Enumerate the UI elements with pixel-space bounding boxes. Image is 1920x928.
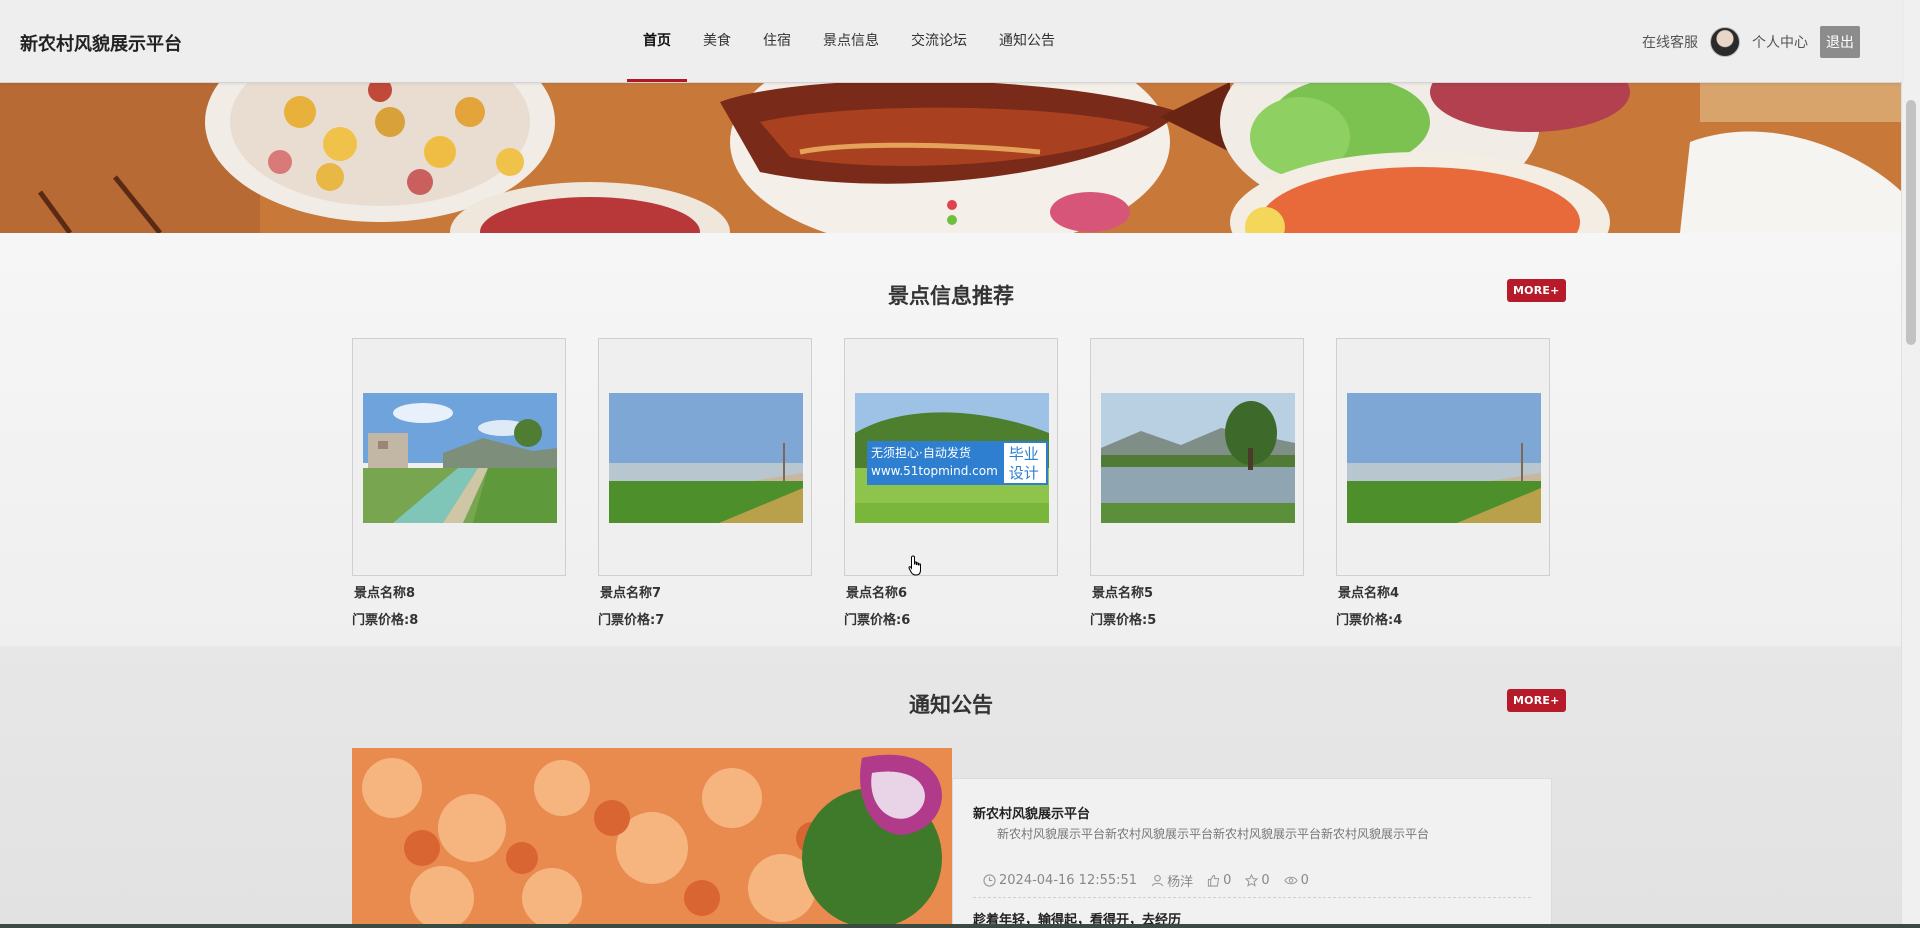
scenic-section-title: 景点信息推荐 xyxy=(888,284,1014,308)
scenic-image-green-field[interactable] xyxy=(609,393,803,523)
page-scrollbar[interactable] xyxy=(1901,0,1920,928)
notice-item-summary: 新农村风貌展示平台新农村风貌展示平台新农村风貌展示平台新农村风貌展示平台 xyxy=(997,827,1430,841)
notice-likes-count: 0 xyxy=(1223,873,1232,888)
scenic-card[interactable]: 景点名称4 门票价格:4 xyxy=(1336,338,1550,628)
nav-lodging[interactable]: 住宿 xyxy=(747,0,807,82)
banner-carousel[interactable] xyxy=(0,82,1902,233)
notice-item-meta: 2024-04-16 12:55:51 杨洋 0 0 0 xyxy=(983,871,1323,890)
clock-icon xyxy=(983,874,996,887)
scenic-card-price: 门票价格:7 xyxy=(598,613,665,628)
scenic-card-name: 景点名称5 xyxy=(1092,586,1154,601)
scenic-more-button[interactable]: MORE+ xyxy=(1507,279,1566,302)
eye-icon xyxy=(1283,876,1298,885)
notice-author: 杨洋 xyxy=(1151,871,1193,890)
watermark-slogan: 无须担心·自动发货 xyxy=(871,446,971,460)
notice-divider xyxy=(973,897,1531,898)
notice-list: 新农村风貌展示平台 新农村风貌展示平台新农村风貌展示平台新农村风貌展示平台新农村… xyxy=(952,778,1552,928)
scenic-card-name: 景点名称4 xyxy=(1338,586,1400,601)
carousel-dot-1[interactable] xyxy=(947,200,957,210)
star-icon xyxy=(1245,874,1259,887)
scenic-image-pond-tree[interactable] xyxy=(1101,393,1295,523)
scenic-card[interactable]: 景点名称8 门票价格:8 xyxy=(352,338,566,628)
scenic-image-hill-meadow[interactable]: 无须担心·自动发货 www.51topmind.com 毕业设计 xyxy=(855,393,1049,523)
carousel-dot-2[interactable] xyxy=(947,215,957,225)
notice-favorites-count: 0 xyxy=(1261,873,1270,888)
scenic-image-canal-village[interactable] xyxy=(363,393,557,523)
online-service-link[interactable]: 在线客服 xyxy=(1642,32,1698,52)
notice-favorites[interactable]: 0 xyxy=(1245,873,1270,888)
watermark-badge: 无须担心·自动发货 www.51topmind.com 毕业设计 xyxy=(867,441,1048,485)
notice-item-title[interactable]: 新农村风貌展示平台 xyxy=(973,803,1090,822)
logout-button[interactable]: 退出 xyxy=(1820,26,1860,58)
scenic-card-name: 景点名称7 xyxy=(600,586,662,601)
watermark-url: www.51topmind.com xyxy=(871,464,998,478)
notice-section-title: 通知公告 xyxy=(909,693,993,717)
notice-views-count: 0 xyxy=(1300,873,1309,888)
scenic-image-green-field[interactable] xyxy=(1347,393,1541,523)
scenic-card[interactable]: 景点名称7 门票价格:7 xyxy=(598,338,812,628)
notice-time: 2024-04-16 12:55:51 xyxy=(983,873,1137,888)
header-actions: 在线客服 个人中心 退出 xyxy=(1642,26,1860,58)
scenic-card-name: 景点名称6 xyxy=(846,586,908,601)
notice-likes[interactable]: 0 xyxy=(1207,873,1231,888)
user-icon xyxy=(1151,874,1164,887)
nav-home[interactable]: 首页 xyxy=(627,0,687,82)
scenic-card-frame[interactable] xyxy=(352,338,566,576)
notice-time-text: 2024-04-16 12:55:51 xyxy=(999,873,1138,888)
site-title[interactable]: 新农村风貌展示平台 xyxy=(20,30,182,56)
taskbar-edge xyxy=(0,924,1920,928)
nav-notice[interactable]: 通知公告 xyxy=(983,0,1071,82)
watermark-tag: 毕业设计 xyxy=(1001,441,1048,485)
scenic-card-price: 门票价格:4 xyxy=(1336,613,1403,628)
scrollbar-thumb[interactable] xyxy=(1906,100,1916,345)
profile-link[interactable]: 个人中心 xyxy=(1752,32,1808,52)
top-navbar: 新农村风貌展示平台 首页 美食 住宿 景点信息 交流论坛 通知公告 在线客服 个… xyxy=(0,0,1902,83)
scenic-card[interactable]: 景点名称5 门票价格:5 xyxy=(1090,338,1304,628)
notice-image-fried-shrimp[interactable] xyxy=(352,748,952,928)
watermark-text: 无须担心·自动发货 www.51topmind.com xyxy=(867,441,1002,485)
scenic-card-frame[interactable] xyxy=(1336,338,1550,576)
thumbs-up-icon xyxy=(1207,874,1220,887)
scenic-card-frame[interactable]: 无须担心·自动发货 www.51topmind.com 毕业设计 xyxy=(844,338,1058,576)
main-nav: 首页 美食 住宿 景点信息 交流论坛 通知公告 xyxy=(627,0,1071,82)
scenic-card-frame[interactable] xyxy=(598,338,812,576)
scenic-card-price: 门票价格:8 xyxy=(352,613,419,628)
notice-more-button[interactable]: MORE+ xyxy=(1507,689,1566,712)
scenic-card[interactable]: 无须担心·自动发货 www.51topmind.com 毕业设计 景点名称6 门… xyxy=(844,338,1058,628)
avatar[interactable] xyxy=(1710,27,1740,57)
hand-cursor-icon xyxy=(908,555,921,576)
nav-scenic[interactable]: 景点信息 xyxy=(807,0,895,82)
scenic-card-price: 门票价格:5 xyxy=(1090,613,1157,628)
nav-food[interactable]: 美食 xyxy=(687,0,747,82)
nav-forum[interactable]: 交流论坛 xyxy=(895,0,983,82)
scenic-card-name: 景点名称8 xyxy=(354,586,416,601)
banner-image xyxy=(0,82,1902,233)
scenic-card-price: 门票价格:6 xyxy=(844,613,911,628)
scenic-card-frame[interactable] xyxy=(1090,338,1304,576)
notice-views: 0 xyxy=(1283,873,1309,888)
notice-author-text: 杨洋 xyxy=(1167,875,1194,890)
